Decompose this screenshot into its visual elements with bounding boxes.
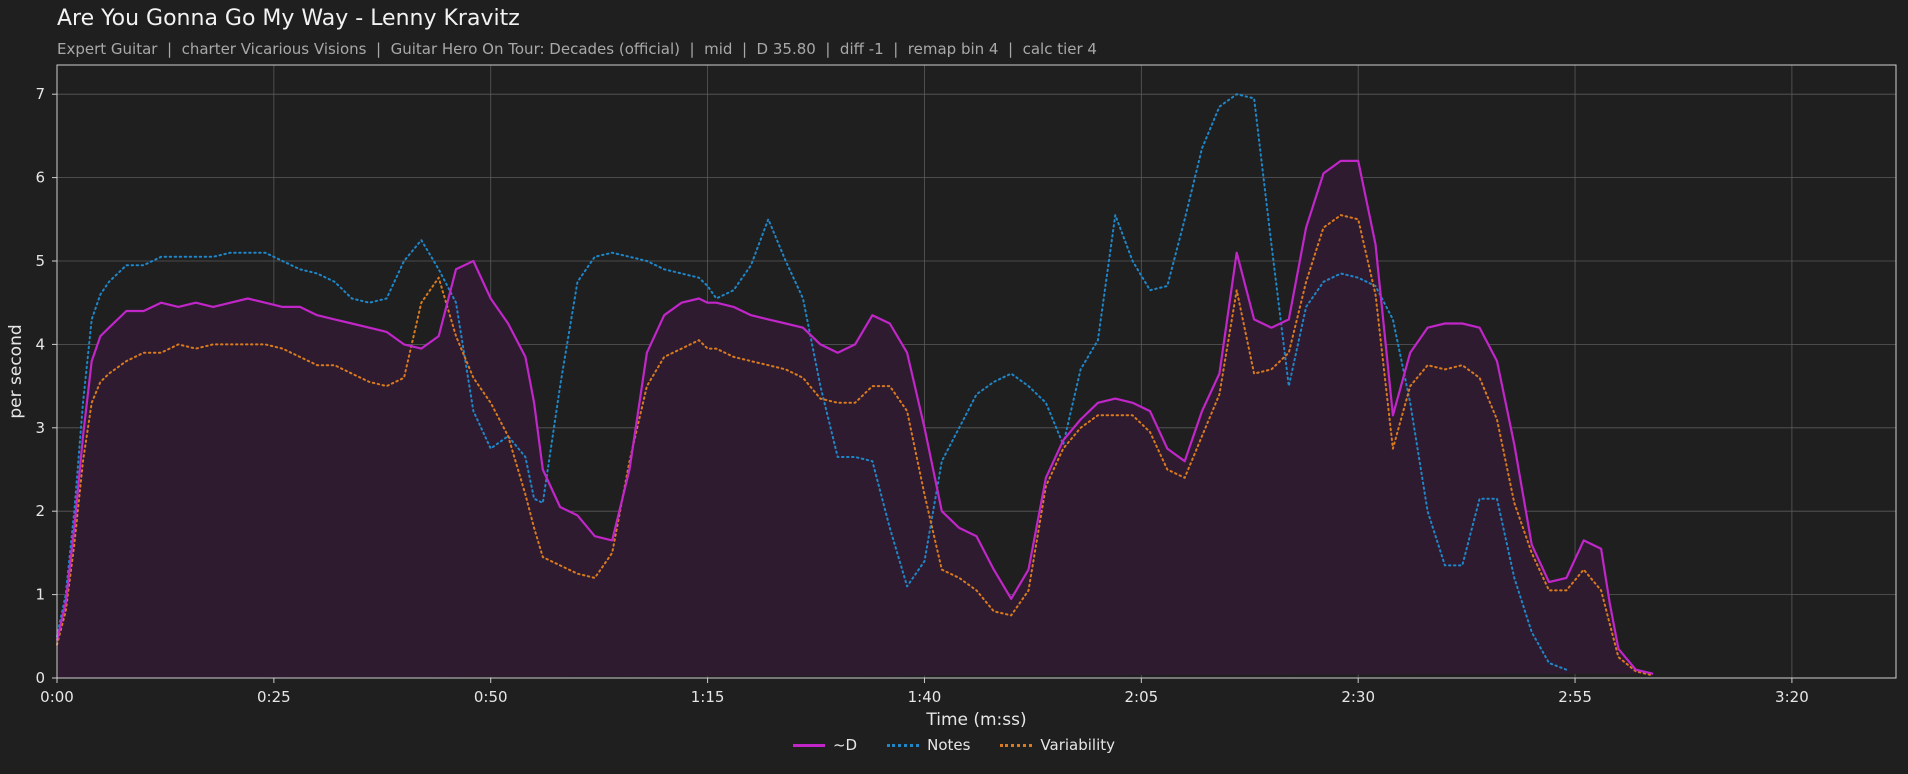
legend-label-d: ~D [832,736,858,754]
x-tick-label: 2:30 [1341,688,1375,706]
x-tick-label: 1:40 [908,688,942,706]
x-tick-label: 1:15 [691,688,725,706]
y-tick-label: 7 [35,85,45,103]
legend-swatch-notes [887,743,920,747]
legend-swatch-d [792,743,825,747]
legend-label-notes: Notes [927,736,971,754]
y-tick-label: 1 [35,586,45,604]
y-tick-label: 2 [35,502,45,520]
y-tick-label: 4 [35,335,45,353]
x-tick-label: 2:55 [1558,688,1592,706]
legend-item-d: ~D [792,736,858,754]
legend-swatch-variability [1000,743,1033,747]
x-axis-label: Time (m:ss) [925,710,1026,730]
x-tick-label: 0:50 [474,688,508,706]
y-axis-label: per second [6,324,26,418]
y-tick-label: 0 [35,669,45,687]
x-tick-label: 0:00 [40,688,74,706]
y-tick-label: 3 [35,419,45,437]
x-tick-label: 3:20 [1775,688,1809,706]
line-chart: 0:00 0:25 0:50 1:15 1:40 2:05 2:30 2:55 3:20 0 1 2 3… [6,64,1897,730]
x-tick-label: 0:25 [257,688,291,706]
y-tick-label: 5 [35,252,45,270]
legend-item-notes: Notes [887,736,970,754]
legend-item-variability: Variability [1000,736,1115,754]
legend: ~D Notes Variability [0,736,1908,754]
x-tick-label: 2:05 [1124,688,1158,706]
y-tick-label: 6 [35,169,45,187]
legend-label-variability: Variability [1040,736,1116,754]
